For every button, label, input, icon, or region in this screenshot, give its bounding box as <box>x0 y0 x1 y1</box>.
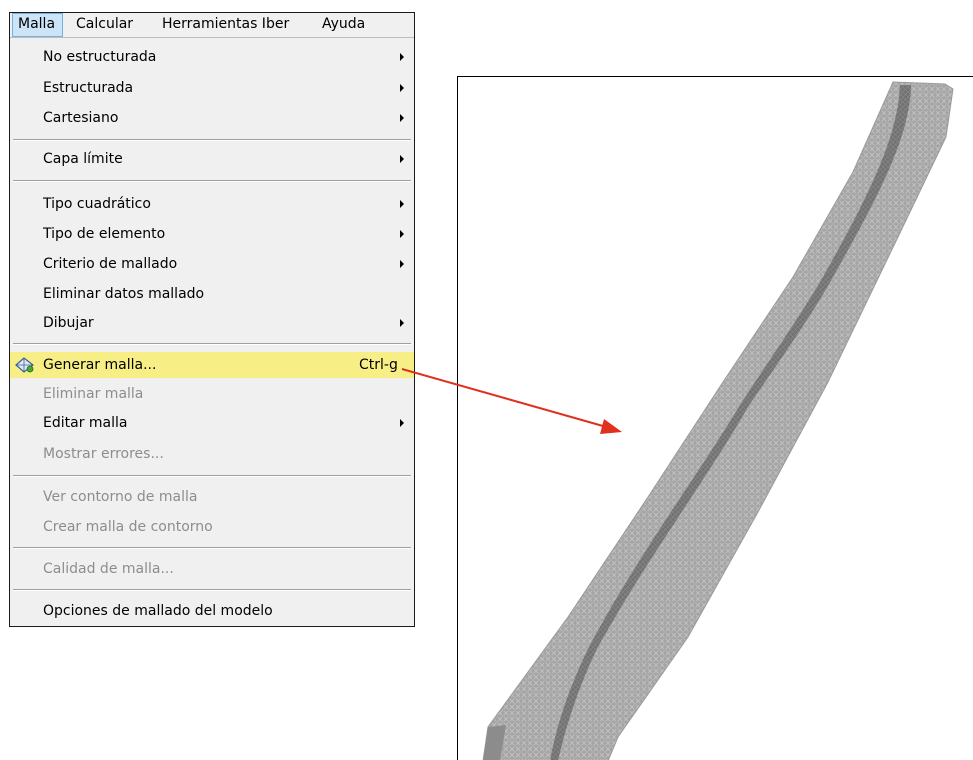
menubar-ayuda[interactable]: Ayuda <box>317 13 370 37</box>
submenu-arrow-icon <box>400 260 404 268</box>
shortcut-label: Ctrl-g <box>359 357 398 373</box>
menu-item-label: Mostrar errores... <box>43 446 164 462</box>
menu-item-label: Dibujar <box>43 315 94 331</box>
menu-item-label: Editar malla <box>43 415 128 431</box>
menu-item-label: Eliminar datos mallado <box>43 286 205 302</box>
menu-window: Malla Calcular Herramientas Iber Ayuda N… <box>9 12 415 627</box>
menu-item-capa-limite[interactable]: Capa límite <box>10 146 414 172</box>
menu-item-dibujar[interactable]: Dibujar <box>10 310 414 336</box>
menu-item-crear-malla-de-contorno[interactable]: Crear malla de contorno <box>10 514 414 540</box>
menu-item-tipo-de-elemento[interactable]: Tipo de elemento <box>10 221 414 247</box>
menu-item-estructurada[interactable]: Estructurada <box>10 75 414 101</box>
menu-item-label: Generar malla... <box>43 357 157 373</box>
menu-separator <box>13 475 411 477</box>
menu-item-label: Crear malla de contorno <box>43 519 213 535</box>
menu-item-eliminar-datos-mallado[interactable]: Eliminar datos mallado <box>10 281 414 307</box>
menu-item-label: No estructurada <box>43 49 157 65</box>
generate-mesh-icon <box>15 357 34 373</box>
malla-dropdown-menu: No estructurada Estructurada Cartesiano … <box>10 37 414 626</box>
menu-item-no-estructurada[interactable]: No estructurada <box>10 44 414 70</box>
menubar: Malla Calcular Herramientas Iber Ayuda <box>10 13 414 37</box>
menu-item-label: Tipo cuadrático <box>43 196 151 212</box>
menu-item-label: Estructurada <box>43 80 134 96</box>
submenu-arrow-icon <box>400 419 404 427</box>
menu-separator <box>13 139 411 141</box>
menu-item-tipo-cuadratico[interactable]: Tipo cuadrático <box>10 191 414 217</box>
menu-item-label: Calidad de malla... <box>43 561 174 577</box>
menu-item-cartesiano[interactable]: Cartesiano <box>10 105 414 131</box>
menu-item-ver-contorno-de-malla[interactable]: Ver contorno de malla <box>10 484 414 510</box>
submenu-arrow-icon <box>400 114 404 122</box>
menu-item-eliminar-malla[interactable]: Eliminar malla <box>10 381 414 407</box>
submenu-arrow-icon <box>400 200 404 208</box>
submenu-arrow-icon <box>400 53 404 61</box>
menu-item-label: Criterio de mallado <box>43 256 178 272</box>
menu-item-opciones-de-mallado-del-modelo[interactable]: Opciones de mallado del modelo <box>10 598 414 624</box>
menu-separator <box>13 547 411 549</box>
menubar-malla[interactable]: Malla <box>12 13 63 37</box>
menu-item-label: Ver contorno de malla <box>43 489 198 505</box>
submenu-arrow-icon <box>400 230 404 238</box>
mesh-viewport[interactable] <box>457 76 973 760</box>
menu-item-editar-malla[interactable]: Editar malla <box>10 410 414 436</box>
menu-item-generar-malla[interactable]: Generar malla... Ctrl-g <box>10 352 414 378</box>
menu-separator <box>13 343 411 345</box>
menu-item-mostrar-errores[interactable]: Mostrar errores... <box>10 441 414 467</box>
mesh-render <box>482 81 954 760</box>
menubar-calcular[interactable]: Calcular <box>71 13 138 37</box>
menubar-herramientas-iber[interactable]: Herramientas Iber <box>157 13 294 37</box>
submenu-arrow-icon <box>400 84 404 92</box>
submenu-arrow-icon <box>400 319 404 327</box>
submenu-arrow-icon <box>400 155 404 163</box>
menu-separator <box>13 180 411 182</box>
menu-item-calidad-de-malla[interactable]: Calidad de malla... <box>10 556 414 582</box>
menu-item-criterio-de-mallado[interactable]: Criterio de mallado <box>10 251 414 277</box>
menu-item-label: Tipo de elemento <box>43 226 166 242</box>
menu-item-label: Eliminar malla <box>43 386 144 402</box>
menu-item-label: Opciones de mallado del modelo <box>43 603 273 619</box>
menu-separator <box>13 589 411 591</box>
menu-item-label: Cartesiano <box>43 110 119 126</box>
menu-item-label: Capa límite <box>43 151 123 167</box>
